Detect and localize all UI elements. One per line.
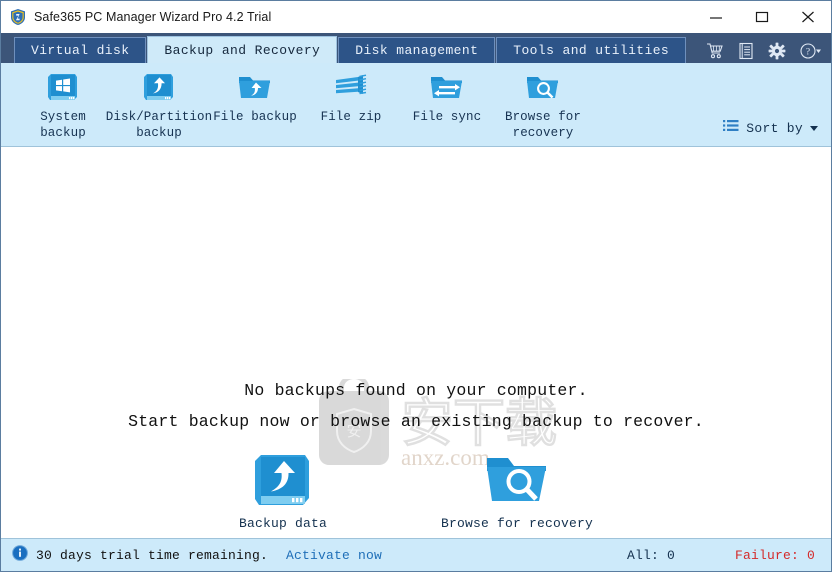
- quick-action-group: Backup data Browse for recovery: [1, 449, 831, 531]
- header-icon-group: ?: [706, 42, 823, 60]
- toolbar-item-label: Disk/Partition backup: [105, 110, 213, 140]
- sort-by-label: Sort by: [746, 121, 803, 136]
- window-title: Safe365 PC Manager Wizard Pro 4.2 Trial: [34, 9, 272, 24]
- toolbar-item-label: File zip: [320, 110, 382, 124]
- system-backup-icon: [46, 70, 80, 103]
- empty-state-line-1: No backups found on your computer.: [244, 381, 588, 400]
- cart-icon[interactable]: [706, 42, 724, 60]
- action-label: Backup data: [238, 516, 327, 531]
- help-icon[interactable]: ?: [799, 42, 823, 60]
- status-all-count: All: 0: [626, 547, 675, 563]
- tab-label: Virtual disk: [31, 43, 130, 58]
- file-sync-icon: [429, 70, 465, 103]
- toolbar-item-file-sync[interactable]: File sync: [399, 63, 495, 125]
- toolbar: System backup Disk/Partition backup File…: [1, 63, 831, 147]
- file-backup-icon: [237, 70, 273, 103]
- info-icon: [12, 544, 28, 566]
- license-icon[interactable]: [737, 42, 755, 60]
- backup-data-icon: [252, 449, 314, 511]
- toolbar-item-system-backup[interactable]: System backup: [15, 63, 111, 141]
- shield-logo-icon: [9, 8, 27, 26]
- list-icon: [723, 119, 739, 138]
- file-zip-icon: [333, 70, 369, 103]
- browse-recovery-icon: [525, 70, 561, 103]
- svg-text:?: ?: [806, 48, 810, 58]
- close-button[interactable]: [785, 1, 831, 32]
- status-bar: 30 days trial time remaining. Activate n…: [1, 538, 831, 571]
- window-controls: [693, 1, 831, 32]
- maximize-button[interactable]: [739, 1, 785, 32]
- empty-state-line-2: Start backup now or browse an existing b…: [128, 412, 704, 431]
- disk-partition-backup-icon: [142, 70, 176, 103]
- tab-disk-management[interactable]: Disk management: [338, 37, 496, 63]
- toolbar-item-label: File sync: [412, 110, 482, 124]
- toolbar-item-label: Browse for recovery: [504, 110, 581, 140]
- toolbar-item-browse-for-recovery[interactable]: Browse for recovery: [495, 63, 591, 141]
- tab-virtual-disk[interactable]: Virtual disk: [14, 37, 147, 63]
- toolbar-item-file-backup[interactable]: File backup: [207, 63, 303, 125]
- status-failure-count: Failure: 0: [734, 547, 815, 563]
- main-content: 安 安下载 anxz.com No backups found on your …: [1, 147, 831, 538]
- tab-label: Tools and utilities: [513, 43, 670, 58]
- tab-backup-and-recovery[interactable]: Backup and Recovery: [147, 36, 338, 63]
- status-left-group: 30 days trial time remaining. Activate n…: [12, 544, 382, 566]
- empty-state-message: No backups found on your computer. Start…: [1, 375, 831, 437]
- status-right-group: All: 0 Failure: 0: [627, 548, 815, 563]
- tab-label: Disk management: [355, 43, 479, 58]
- tab-label: Backup and Recovery: [164, 42, 321, 58]
- chevron-down-icon: [810, 126, 818, 131]
- toolbar-item-disk-partition-backup[interactable]: Disk/Partition backup: [106, 63, 212, 141]
- application-window: Safe365 PC Manager Wizard Pro 4.2 Trial …: [0, 0, 832, 572]
- gear-icon[interactable]: [768, 42, 786, 60]
- action-browse-for-recovery[interactable]: Browse for recovery: [441, 449, 593, 531]
- title-bar: Safe365 PC Manager Wizard Pro 4.2 Trial: [1, 1, 831, 33]
- activate-now-link[interactable]: Activate now: [286, 548, 382, 563]
- toolbar-item-label: System backup: [40, 110, 86, 140]
- toolbar-item-file-zip[interactable]: File zip: [303, 63, 399, 125]
- action-label: Browse for recovery: [440, 516, 594, 531]
- toolbar-item-label: File backup: [213, 110, 297, 124]
- tab-strip: Virtual disk Backup and Recovery Disk ma…: [1, 33, 831, 63]
- tab-tools-and-utilities[interactable]: Tools and utilities: [496, 37, 687, 63]
- trial-status-text: 30 days trial time remaining.: [36, 547, 269, 563]
- minimize-button[interactable]: [693, 1, 739, 32]
- action-backup-data[interactable]: Backup data: [239, 449, 327, 531]
- browse-recovery-icon: [484, 449, 550, 511]
- sort-by-control[interactable]: Sort by: [723, 119, 818, 138]
